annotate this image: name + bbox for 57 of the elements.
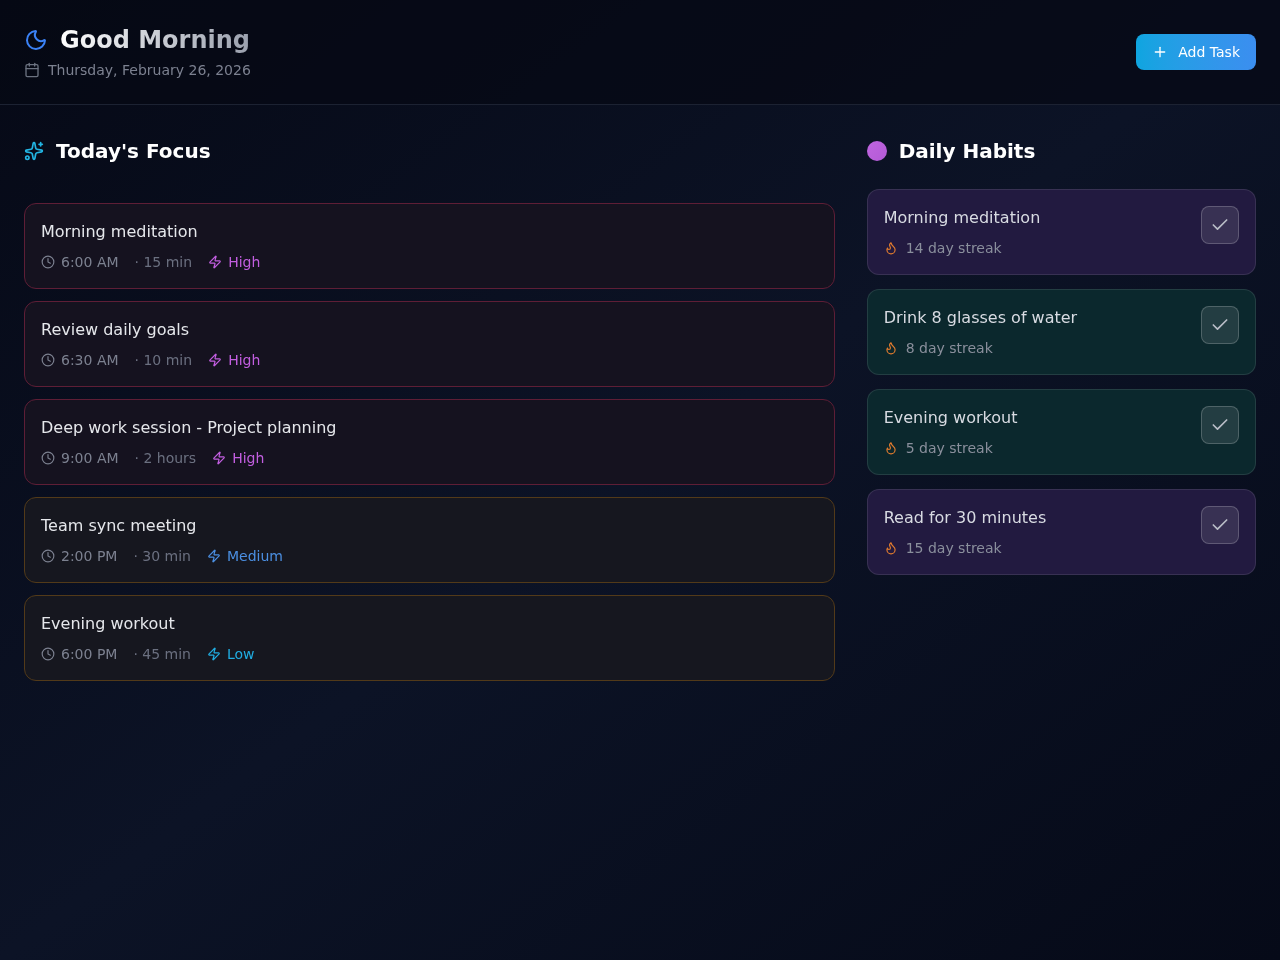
section-title: Daily Habits [898, 138, 1036, 165]
clock-icon [41, 647, 55, 661]
task-duration: · 15 min [134, 253, 193, 272]
task-title: Morning meditation [41, 221, 199, 243]
flame-icon [883, 441, 898, 455]
habit-checkbox[interactable] [1201, 406, 1239, 444]
task-duration: · 10 min [134, 351, 193, 370]
task-time: 6:30 AM [61, 351, 119, 370]
lightning-icon [208, 353, 223, 367]
lightning-icon [207, 647, 221, 661]
habit-name: Morning meditation [883, 207, 1041, 229]
streak-text: 14 day streak [905, 239, 1002, 258]
habit-name: Evening workout [883, 407, 1018, 429]
lightning-icon [212, 451, 227, 465]
habit-checkbox[interactable] [1201, 306, 1239, 344]
task-title: Team sync meeting [41, 515, 198, 537]
priority-label: High [228, 351, 261, 370]
task-card[interactable]: Review daily goals 6:30 AM · 10 min High [24, 301, 835, 387]
priority-label: High [228, 253, 261, 272]
task-title: Evening workout [41, 613, 176, 635]
section-title: Today's Focus [56, 138, 211, 165]
task-time: 9:00 AM [61, 449, 119, 468]
streak-text: 15 day streak [905, 539, 1002, 558]
flame-icon [883, 541, 898, 555]
flame-icon [883, 341, 898, 355]
lightning-icon [208, 255, 223, 269]
task-duration: · 30 min [133, 547, 191, 566]
priority-label: Low [227, 645, 255, 664]
moon-icon [24, 28, 48, 52]
clock-icon [41, 353, 55, 367]
task-card[interactable]: Deep work session - Project planning 9:00 AM · 2 hours High [24, 399, 835, 485]
task-title: Review daily goals [41, 319, 191, 341]
clock-icon [41, 451, 55, 465]
clock-icon [41, 255, 55, 269]
task-duration: · 45 min [133, 645, 191, 664]
calendar-icon [24, 62, 40, 78]
task-card[interactable]: Evening workout 6:00 PM · 45 min Low [24, 595, 835, 681]
task-title: Deep work session - Project planning [41, 417, 338, 439]
task-time: 2:00 PM [61, 547, 118, 566]
streak-text: 5 day streak [905, 439, 993, 458]
task-duration: · 2 hours [134, 449, 197, 468]
flame-icon [883, 241, 898, 255]
date-text: Thursday, February 26, 2026 [48, 61, 251, 80]
habit-checkbox[interactable] [1201, 206, 1239, 244]
habit-name: Drink 8 glasses of water [883, 307, 1078, 329]
habit-checkbox[interactable] [1201, 506, 1239, 544]
task-time: 6:00 PM [61, 645, 118, 664]
task-card[interactable]: Morning meditation 6:00 AM · 15 min High [24, 203, 835, 289]
lightning-icon [207, 549, 221, 563]
task-card[interactable]: Team sync meeting 2:00 PM · 30 min Medium [24, 497, 835, 583]
sparkles-icon [24, 141, 44, 161]
clock-icon [41, 549, 55, 563]
priority-label: Medium [227, 547, 283, 566]
streak-text: 8 day streak [905, 339, 993, 358]
habit-name: Read for 30 minutes [883, 507, 1047, 529]
task-time: 6:00 AM [61, 253, 119, 272]
priority-label: High [232, 449, 265, 468]
